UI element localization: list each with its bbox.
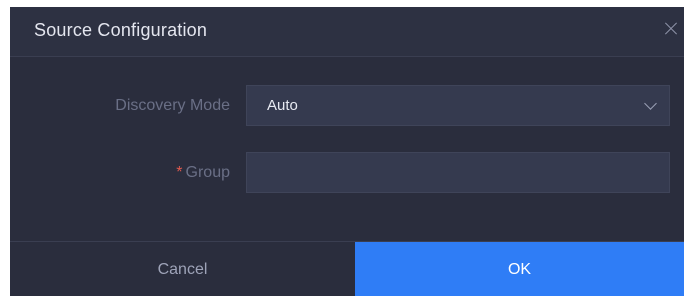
dialog-title: Source Configuration (34, 20, 208, 40)
group-input[interactable] (246, 152, 670, 193)
ok-button[interactable]: OK (355, 242, 684, 296)
close-icon[interactable] (662, 20, 680, 38)
source-configuration-dialog: Source Configuration Discovery Mode Auto… (10, 7, 684, 296)
chevron-down-icon (644, 97, 657, 110)
cancel-button[interactable]: Cancel (10, 242, 355, 296)
dialog-footer: Cancel OK (10, 241, 684, 296)
group-label-text: Group (185, 164, 230, 181)
discovery-mode-label: Discovery Mode (115, 97, 230, 114)
group-label: * Group (176, 164, 230, 182)
discovery-mode-value: Auto (267, 97, 298, 114)
dialog-header: Source Configuration (10, 7, 684, 57)
discovery-mode-select[interactable]: Auto (246, 85, 670, 126)
required-mark: * (176, 164, 183, 181)
